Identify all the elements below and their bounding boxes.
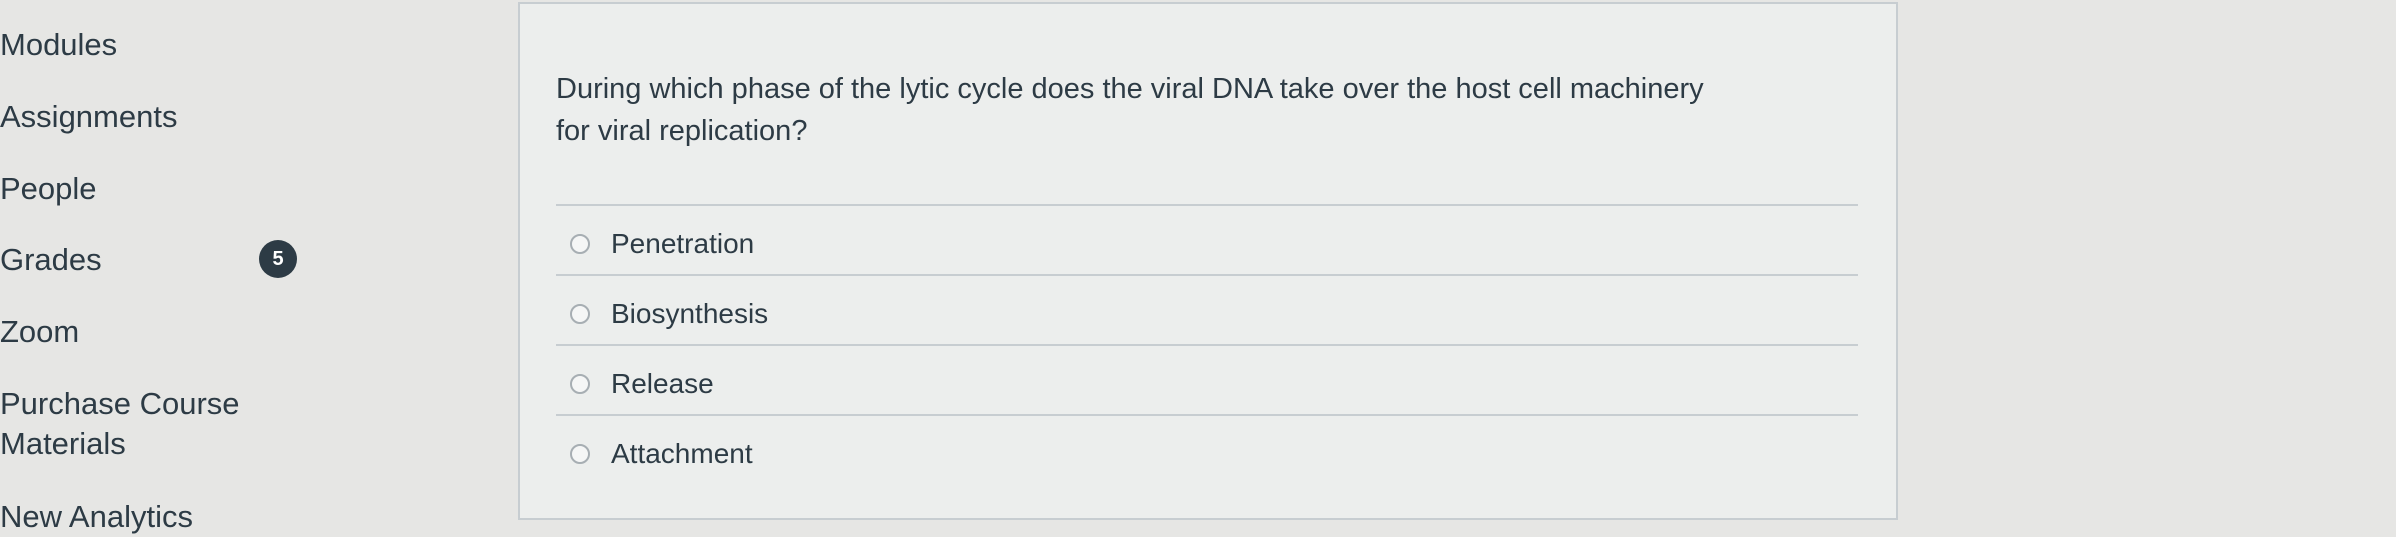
radio-button[interactable]: [570, 234, 590, 254]
grades-count-badge: 5: [259, 240, 297, 278]
radio-button[interactable]: [570, 304, 590, 324]
question-line-2: for viral replication?: [556, 115, 808, 147]
answer-label: Penetration: [611, 228, 755, 259]
answer-divider: [556, 344, 1858, 346]
nav-item-modules[interactable]: Modules: [0, 25, 117, 65]
answer-option[interactable]: Biosynthesis: [570, 292, 1070, 336]
nav-item-purchase-course[interactable]: Purchase Course: [0, 384, 240, 424]
answer-divider: [556, 414, 1858, 416]
radio-button[interactable]: [570, 374, 590, 394]
answer-option[interactable]: Penetration: [570, 222, 1070, 266]
radio-button[interactable]: [570, 444, 590, 464]
nav-item-new-analytics[interactable]: New Analytics: [0, 497, 193, 537]
quiz-question-card: During which phase of the lytic cycle do…: [518, 2, 1898, 520]
answer-label: Biosynthesis: [611, 298, 769, 329]
course-navigation: Modules Assignments People Grades 5 Zoom…: [0, 0, 320, 534]
answer-divider: [556, 204, 1858, 206]
nav-item-materials[interactable]: Materials: [0, 424, 126, 464]
nav-item-people[interactable]: People: [0, 169, 97, 209]
answer-label: Attachment: [611, 438, 753, 469]
question-text: During which phase of the lytic cycle do…: [556, 68, 1836, 152]
nav-item-zoom[interactable]: Zoom: [0, 312, 79, 352]
answer-option[interactable]: Attachment: [570, 432, 1070, 476]
answer-divider: [556, 274, 1858, 276]
answer-label: Release: [611, 368, 714, 399]
question-line-1: During which phase of the lytic cycle do…: [556, 73, 1704, 105]
nav-item-grades[interactable]: Grades: [0, 240, 102, 280]
answer-option[interactable]: Release: [570, 362, 1070, 406]
nav-item-assignments[interactable]: Assignments: [0, 97, 177, 137]
